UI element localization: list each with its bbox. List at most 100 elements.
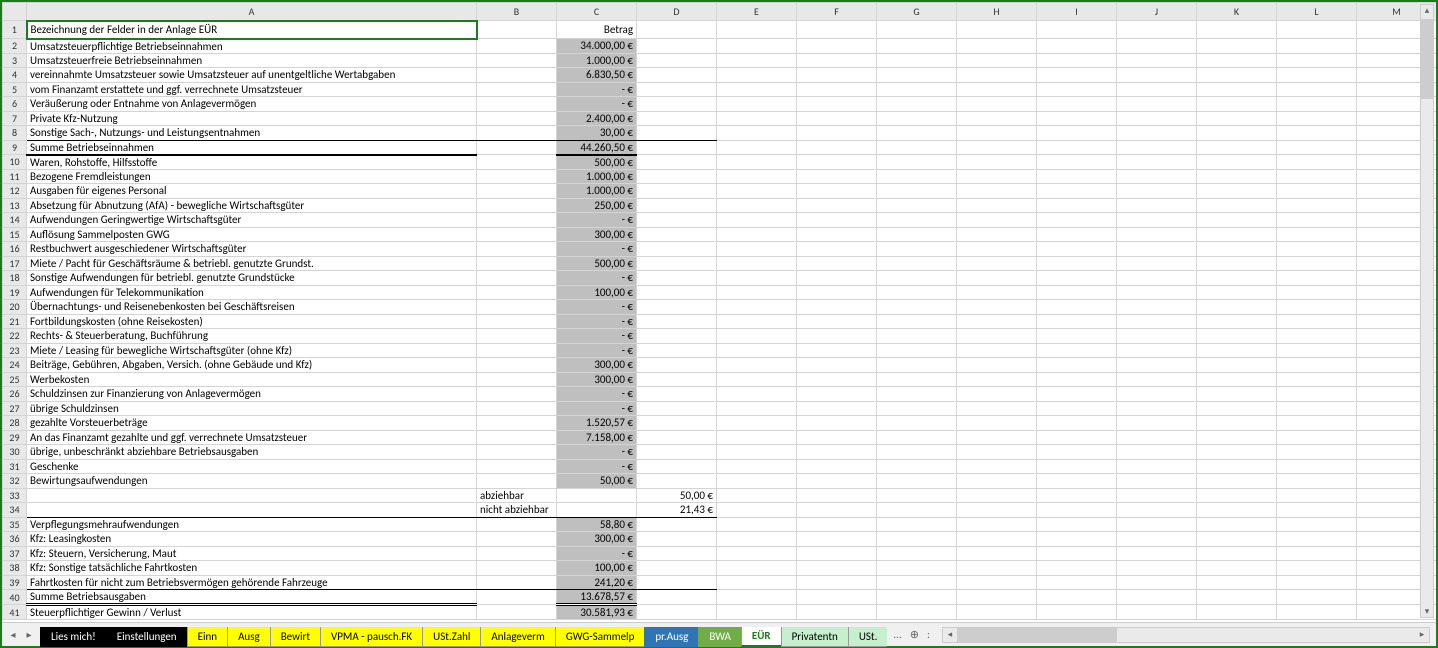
cell[interactable] (877, 605, 957, 620)
cell[interactable] (1037, 416, 1117, 431)
cell[interactable] (877, 474, 957, 489)
cell[interactable] (1037, 242, 1117, 257)
cell-A[interactable]: Werbekosten (27, 372, 477, 387)
cell[interactable] (1197, 401, 1277, 416)
cell[interactable] (1277, 213, 1357, 228)
cell[interactable] (797, 546, 877, 561)
cell[interactable] (1277, 140, 1357, 155)
cell[interactable] (797, 198, 877, 213)
cell[interactable] (1037, 372, 1117, 387)
cell[interactable] (717, 517, 797, 532)
cell-D[interactable] (637, 416, 717, 431)
cell[interactable] (1117, 82, 1197, 97)
cell[interactable] (957, 575, 1037, 590)
cell-A1[interactable]: Bezeichnung der Felder in der Anlage EÜR (27, 21, 477, 39)
cell-C[interactable]: 50,00 € (557, 474, 637, 489)
cell[interactable] (877, 140, 957, 155)
cell[interactable] (877, 401, 957, 416)
cell[interactable] (957, 300, 1037, 315)
row-header[interactable]: 36 (3, 532, 27, 547)
cell[interactable] (957, 605, 1037, 620)
cell[interactable] (797, 126, 877, 141)
cell[interactable] (1277, 169, 1357, 184)
tab-nav-first-icon[interactable]: ◂ (6, 628, 20, 642)
cell[interactable] (1037, 430, 1117, 445)
cell-A[interactable]: Rechts- & Steuerberatung, Buchführung (27, 329, 477, 344)
sheet-tab[interactable]: Lies mich! (40, 627, 107, 647)
cell-D[interactable] (637, 155, 717, 170)
cell-B[interactable]: abziehbar (477, 488, 557, 503)
cell[interactable] (717, 561, 797, 576)
cell-C[interactable] (557, 488, 637, 503)
cell[interactable] (797, 242, 877, 257)
cell-D[interactable]: 21,43 € (637, 503, 717, 518)
cell[interactable] (1117, 503, 1197, 518)
col-header-G[interactable]: G (877, 3, 957, 21)
cell[interactable] (797, 227, 877, 242)
cell-C[interactable]: 2.400,00 € (557, 111, 637, 126)
cell-D[interactable] (637, 474, 717, 489)
cell[interactable] (1037, 198, 1117, 213)
cell-C[interactable]: 300,00 € (557, 372, 637, 387)
cell[interactable] (957, 169, 1037, 184)
cell-A[interactable] (27, 620, 477, 621)
cell-A[interactable]: Miete / Pacht für Geschäftsräume & betri… (27, 256, 477, 271)
cell[interactable] (1117, 169, 1197, 184)
cell[interactable] (1117, 546, 1197, 561)
cell[interactable] (1117, 140, 1197, 155)
cell[interactable] (1277, 445, 1357, 460)
cell[interactable] (637, 21, 717, 39)
cell[interactable] (957, 97, 1037, 112)
cell[interactable] (1197, 459, 1277, 474)
cell[interactable] (1037, 445, 1117, 460)
row-header[interactable]: 32 (3, 474, 27, 489)
col-header-H[interactable]: H (957, 3, 1037, 21)
cell[interactable] (797, 68, 877, 83)
cell[interactable] (957, 39, 1037, 54)
cell[interactable] (877, 285, 957, 300)
cell-D[interactable] (637, 620, 717, 621)
cell[interactable] (797, 140, 877, 155)
cell-B[interactable] (477, 97, 557, 112)
cell[interactable] (957, 517, 1037, 532)
cell[interactable] (717, 256, 797, 271)
cell[interactable] (877, 488, 957, 503)
cell[interactable] (1037, 314, 1117, 329)
cell[interactable] (1037, 503, 1117, 518)
cell-A[interactable]: Summe Betriebseinnahmen (27, 140, 477, 155)
cell[interactable] (797, 387, 877, 402)
cell-D[interactable] (637, 387, 717, 402)
cell[interactable] (1117, 314, 1197, 329)
cell[interactable] (877, 82, 957, 97)
cell[interactable] (717, 416, 797, 431)
cell[interactable] (797, 561, 877, 576)
col-header-K[interactable]: K (1197, 3, 1277, 21)
cell[interactable] (1117, 372, 1197, 387)
cell-D[interactable] (637, 213, 717, 228)
sheet-tab[interactable]: BWA (698, 627, 742, 647)
cell-A[interactable]: Kfz: Steuern, Versicherung, Maut (27, 546, 477, 561)
cell[interactable] (1277, 532, 1357, 547)
cell[interactable] (717, 198, 797, 213)
cell[interactable] (957, 314, 1037, 329)
cell[interactable] (877, 300, 957, 315)
cell[interactable] (1037, 111, 1117, 126)
cell[interactable] (1277, 242, 1357, 257)
sheet-tab[interactable]: USt. (848, 627, 888, 647)
cell-C[interactable]: - € (557, 343, 637, 358)
cell[interactable] (877, 329, 957, 344)
cell[interactable] (1037, 97, 1117, 112)
cell-C[interactable]: 300,00 € (557, 532, 637, 547)
cell[interactable] (1277, 517, 1357, 532)
cell-A[interactable]: Sonstige Sach-, Nutzungs- und Leistungse… (27, 126, 477, 141)
cell-A[interactable]: Ausgaben für eigenes Personal (27, 184, 477, 199)
cell[interactable] (1037, 343, 1117, 358)
col-header-L[interactable]: L (1277, 3, 1357, 21)
cell[interactable] (957, 503, 1037, 518)
cell[interactable] (877, 575, 957, 590)
cell[interactable] (1037, 474, 1117, 489)
cell[interactable] (1277, 227, 1357, 242)
cell[interactable] (717, 401, 797, 416)
cell[interactable] (1197, 575, 1277, 590)
cell[interactable] (717, 474, 797, 489)
